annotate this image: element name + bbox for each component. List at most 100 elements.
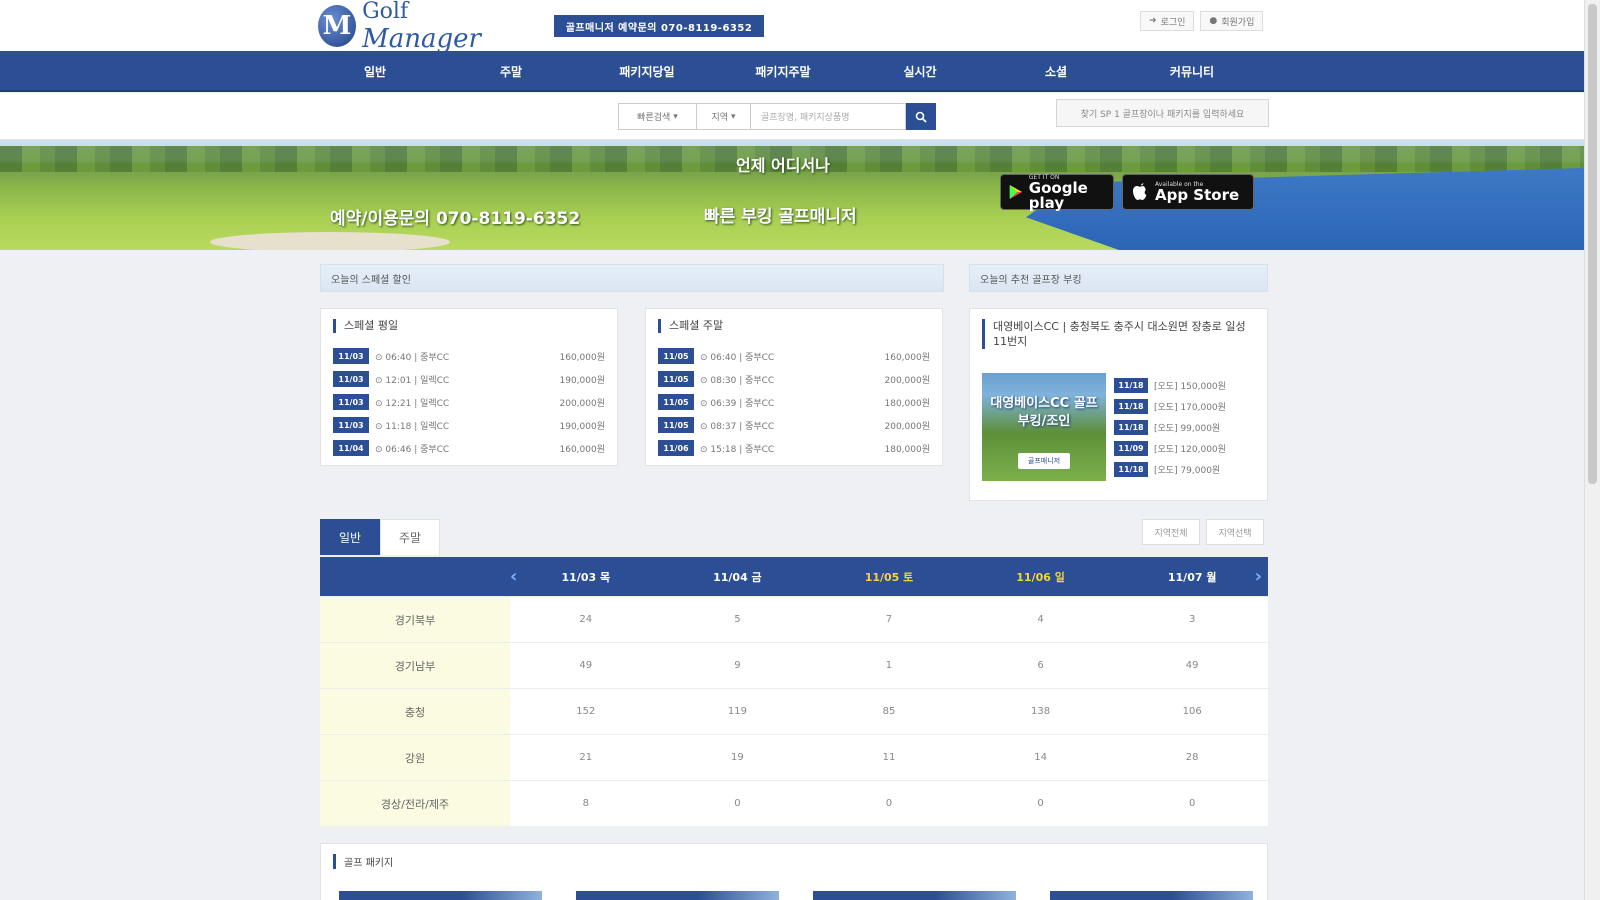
date-badge: 11/09 [1114,441,1148,456]
tee-info: ⊙ 15:18 | 중부CC [700,444,775,455]
column-header: 11/07 월 [1167,570,1217,584]
list-item[interactable]: 11/18 [오도] 150,000원 [1114,377,1226,394]
package-thumbnail[interactable] [576,891,779,900]
table-cell[interactable]: 1 [813,643,965,688]
table-header: 11/03 목 11/04 금 11/05 토 11/06 일 11/07 월 … [320,557,1268,596]
price: 200,000원 [884,421,931,432]
next-arrow-icon[interactable]: › [1255,566,1262,587]
table-cell[interactable]: 119 [662,689,814,734]
package-thumbnail[interactable] [339,891,542,900]
list-item[interactable]: 11/18 [오도] 79,000원 [1114,461,1220,478]
app-store-button[interactable]: Available on the App Store [1122,174,1254,210]
price: 190,000원 [559,421,606,432]
logo[interactable]: M Golf Manager [318,0,518,54]
scrollbar-thumb[interactable] [1588,4,1597,484]
table-cell[interactable]: 6 [965,643,1117,688]
google-play-button[interactable]: GET IT ON Google play [1000,174,1114,210]
table-cell[interactable]: 0 [965,781,1117,826]
table-cell[interactable]: 3 [1116,597,1268,642]
table-cell[interactable]: 106 [1116,689,1268,734]
region-select[interactable]: 지역 ▾ [696,103,750,130]
list-item[interactable]: 11/18 [오도] 99,000원 [1114,419,1220,436]
price-info: [오도] 79,000원 [1154,466,1221,476]
signup-link[interactable]: ● 회원가입 [1200,11,1264,31]
table-cell[interactable]: 28 [1116,735,1268,780]
region-buttons: 지역전체 지역선택 [1142,519,1264,545]
nav-item-weekday[interactable]: 일반 [320,51,430,92]
table-cell[interactable]: 0 [662,781,814,826]
list-item[interactable]: 11/18 [오도] 170,000원 [1114,398,1226,415]
table-cell[interactable]: 85 [813,689,965,734]
list-item[interactable]: 11/05 ⊙ 08:37 | 중부CC 200,000원 [658,416,930,434]
nav-item-community[interactable]: 커뮤니티 [1137,51,1247,92]
package-thumbnail[interactable] [813,891,1016,900]
app-store-big: App Store [1155,186,1240,204]
recommend-title[interactable]: 대영베이스CC | 충청북도 충주시 대소원면 장충로 일성 11번지 [982,319,1255,349]
date-badge: 11/18 [1114,399,1148,414]
list-item[interactable]: 11/03 ⊙ 06:40 | 중부CC 160,000원 [333,347,605,365]
date-badge: 11/05 [658,394,694,410]
list-item[interactable]: 11/09 [오도] 120,000원 [1114,440,1226,457]
list-item[interactable]: 11/05 ⊙ 06:39 | 중부CC 180,000원 [658,393,930,411]
list-item[interactable]: 11/05 ⊙ 08:30 | 중부CC 200,000원 [658,370,930,388]
login-link[interactable]: ➜ 로그인 [1140,11,1195,31]
list-item[interactable]: 11/04 ⊙ 06:46 | 중부CC 160,000원 [333,439,605,457]
recommend-header: 오늘의 추천 골프장 부킹 [969,264,1268,292]
table-cell[interactable]: 49 [510,643,662,688]
table-row: 강원 21 19 11 14 28 [320,734,1268,780]
list-item[interactable]: 11/06 ⊙ 15:18 | 중부CC 180,000원 [658,439,930,457]
recommend-image[interactable]: 대영베이스CC 골프부킹/조인 골프매니저 [982,373,1106,481]
row-label: 경상/전라/제주 [320,781,510,826]
nav-item-social[interactable]: 소셜 [1001,51,1111,92]
search-input[interactable]: 골프장명, 패키지상품명 [750,103,906,130]
nav-item-realtime[interactable]: 실시간 [865,51,975,92]
recommend-card: 대영베이스CC | 충청북도 충주시 대소원면 장충로 일성 11번지 대영베이… [969,308,1268,501]
table-cell[interactable]: 21 [510,735,662,780]
table-cell[interactable]: 14 [965,735,1117,780]
list-item[interactable]: 11/03 ⊙ 11:18 | 일렉CC 190,000원 [333,416,605,434]
table-cell[interactable]: 0 [813,781,965,826]
table-cell[interactable]: 152 [510,689,662,734]
table-cell[interactable]: 9 [662,643,814,688]
package-thumbnail[interactable] [1050,891,1253,900]
tab-weekend[interactable]: 주말 [380,519,440,555]
availability-table: 11/03 목 11/04 금 11/05 토 11/06 일 11/07 월 … [320,557,1268,826]
price: 190,000원 [559,375,606,386]
table-cell[interactable]: 49 [1116,643,1268,688]
table-cell[interactable]: 7 [813,597,965,642]
nav-item-package-weekday[interactable]: 패키지당일 [592,51,702,92]
price: 200,000원 [884,375,931,386]
nav-item-package-weekend[interactable]: 패키지주말 [728,51,838,92]
all-region-button[interactable]: 지역전체 [1142,519,1200,545]
nav-item-weekend[interactable]: 주말 [456,51,566,92]
table-cell[interactable]: 19 [662,735,814,780]
weekend-special-title: 스페셜 주말 [658,319,723,333]
search-button[interactable] [906,103,936,130]
hero-banner: 예약/이용문의 070-8119-6352 언제 어디서나 빠른 부킹 골프매니… [0,140,1584,250]
list-item[interactable]: 11/03 ⊙ 12:21 | 일렉CC 200,000원 [333,393,605,411]
vertical-scrollbar[interactable] [1584,0,1600,900]
logo-text-manager: Manager [362,23,481,54]
logo-text: Golf Manager [362,0,518,54]
table-cell[interactable]: 4 [965,597,1117,642]
table-cell[interactable]: 5 [662,597,814,642]
weekend-special-card: 스페셜 주말 11/05 ⊙ 06:40 | 중부CC 160,000원 11/05… [645,308,943,466]
search-box: 빠른검색 ▾ 지역 ▾ 골프장명, 패키지상품명 [618,103,936,130]
search-type-select[interactable]: 빠른검색 ▾ [618,103,696,130]
table-cell[interactable]: 11 [813,735,965,780]
list-item[interactable]: 11/03 ⊙ 12:01 | 일렉CC 190,000원 [333,370,605,388]
table-cell[interactable]: 24 [510,597,662,642]
list-item[interactable]: 11/05 ⊙ 06:40 | 중부CC 160,000원 [658,347,930,365]
row-label: 경기남부 [320,643,510,688]
prev-arrow-icon[interactable]: ‹ [510,566,517,587]
table-cell[interactable]: 138 [965,689,1117,734]
tab-weekday[interactable]: 일반 [320,519,380,555]
table-cell[interactable]: 8 [510,781,662,826]
logo-mark: M [318,5,357,47]
package-section: 골프 패키지 [320,843,1268,900]
apple-icon [1133,183,1147,200]
select-region-button[interactable]: 지역선택 [1206,519,1264,545]
table-cell[interactable]: 0 [1116,781,1268,826]
banner-bunker [210,232,450,250]
price: 180,000원 [884,398,931,409]
